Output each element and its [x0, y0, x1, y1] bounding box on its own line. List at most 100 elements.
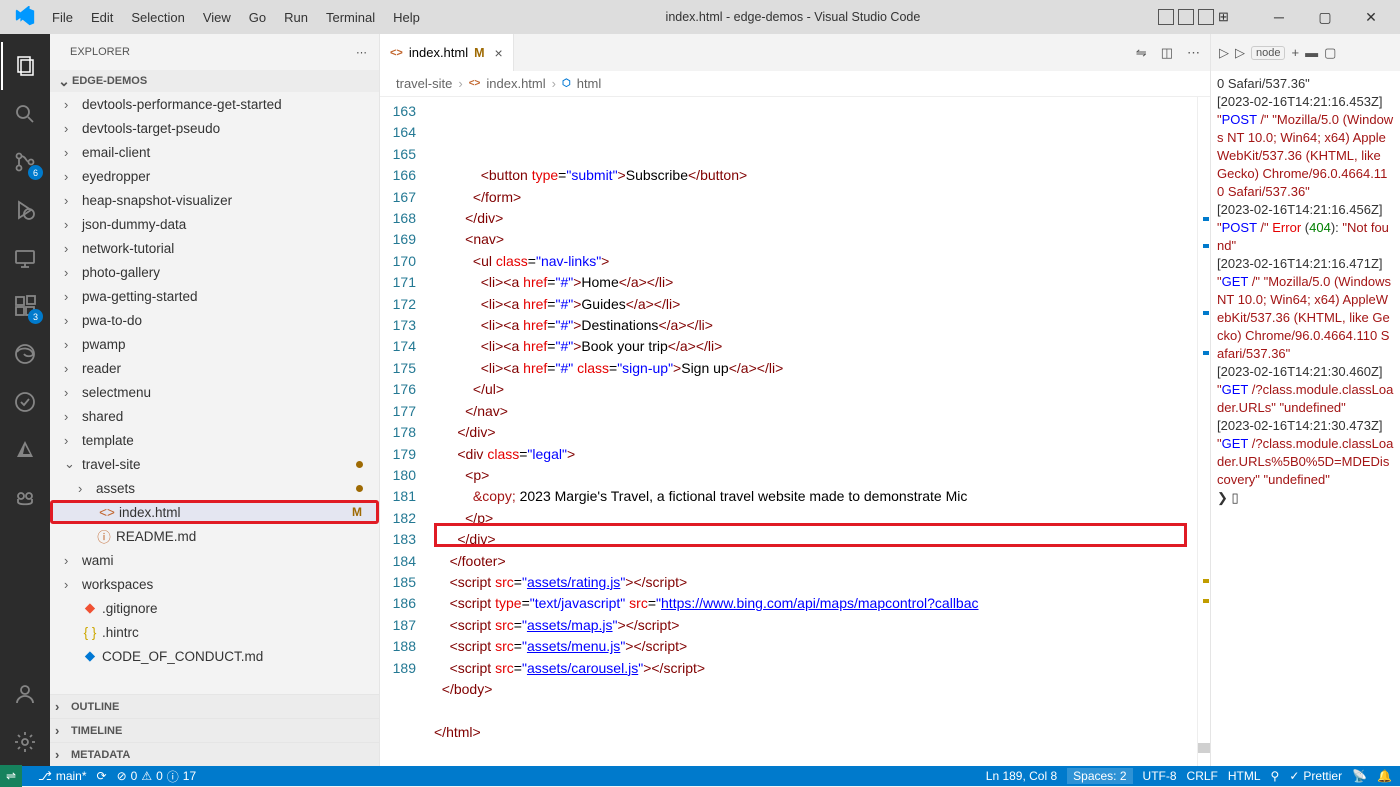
- close-tab-icon[interactable]: ×: [495, 45, 503, 61]
- file-pwa-getting-started[interactable]: ›pwa-getting-started: [50, 284, 379, 308]
- remote-indicator[interactable]: ⇌: [0, 765, 22, 787]
- vscode-logo-icon: [14, 6, 36, 28]
- file-.gitignore[interactable]: ◆.gitignore: [50, 596, 379, 620]
- testing-icon[interactable]: [1, 378, 49, 426]
- terminal-output[interactable]: 0 Safari/537.36" [2023-02-16T14:21:16.45…: [1211, 71, 1400, 766]
- feedback-icon[interactable]: 📡: [1352, 769, 1367, 783]
- compare-icon[interactable]: ⇋: [1136, 45, 1147, 61]
- tab-modified-badge: M: [474, 46, 484, 60]
- app-menu: FileEditSelectionViewGoRunTerminalHelp: [44, 6, 428, 29]
- file-json-dummy-data[interactable]: ›json-dummy-data: [50, 212, 379, 236]
- highlighted-line-box: [434, 523, 1187, 547]
- file-wami[interactable]: ›wami: [50, 548, 379, 572]
- menu-go[interactable]: Go: [241, 6, 274, 29]
- panel-bottom-icon: [1178, 9, 1194, 25]
- trash-icon[interactable]: ▬: [1305, 45, 1318, 60]
- customize-layout-icon: ⊞: [1218, 9, 1234, 25]
- status-bar: ⇌ ⎇ main* ⟳ ⊘ 0 ⚠ 0 ⓘ 17 Ln 189, Col 8 S…: [0, 766, 1400, 786]
- file-pwa-to-do[interactable]: ›pwa-to-do: [50, 308, 379, 332]
- sync-icon[interactable]: ⟳: [97, 769, 107, 783]
- git-branch[interactable]: ⎇ main*: [38, 769, 87, 783]
- line-numbers: 1631641651661671681691701711721731741751…: [380, 97, 434, 766]
- sidebar-title: EXPLORER: [70, 46, 130, 58]
- minimize-button[interactable]: ─: [1256, 2, 1302, 32]
- menu-file[interactable]: File: [44, 6, 81, 29]
- menu-run[interactable]: Run: [276, 6, 316, 29]
- explorer-sidebar: EXPLORER ⋯ ⌄EDGE-DEMOS ›devtools-performa…: [50, 34, 380, 766]
- add-icon[interactable]: +: [1291, 45, 1299, 60]
- menu-edit[interactable]: Edit: [83, 6, 121, 29]
- settings-icon[interactable]: [1, 718, 49, 766]
- panel-metadata[interactable]: ›METADATA: [50, 742, 379, 766]
- file-.hintrc[interactable]: { }.hintrc: [50, 620, 379, 644]
- file-README.md[interactable]: ⓘREADME.md: [50, 524, 379, 548]
- indentation[interactable]: Spaces: 2: [1067, 768, 1132, 784]
- maximize-button[interactable]: ▢: [1302, 2, 1348, 32]
- overview-ruler[interactable]: [1197, 97, 1210, 766]
- encoding[interactable]: UTF-8: [1143, 769, 1177, 783]
- folder-header[interactable]: ⌄EDGE-DEMOS: [50, 70, 379, 92]
- breadcrumb[interactable]: travel-site› <>index.html› ⬡html: [380, 71, 1210, 97]
- debug-target[interactable]: node: [1251, 46, 1285, 60]
- notifications-icon[interactable]: 🔔: [1377, 769, 1392, 783]
- live-preview-icon[interactable]: ⚲: [1271, 769, 1280, 783]
- file-CODE_OF_CONDUCT.md[interactable]: ◆CODE_OF_CONDUCT.md: [50, 644, 379, 668]
- run-debug-icon[interactable]: [1, 186, 49, 234]
- file-shared[interactable]: ›shared: [50, 404, 379, 428]
- close-panel-icon[interactable]: ▢: [1324, 45, 1336, 61]
- source-control-icon[interactable]: 6: [1, 138, 49, 186]
- file-workspaces[interactable]: ›workspaces: [50, 572, 379, 596]
- editor-tabs: <> index.html M × ⇋ ◫ ⋯: [380, 34, 1210, 71]
- split-editor-icon[interactable]: ◫: [1161, 45, 1173, 61]
- edge-icon[interactable]: [1, 330, 49, 378]
- file-devtools-target-pseudo[interactable]: ›devtools-target-pseudo: [50, 116, 379, 140]
- code-editor[interactable]: <button type="submit">Subscribe</button>…: [434, 97, 1197, 766]
- copilot-icon[interactable]: [1, 474, 49, 522]
- menu-terminal[interactable]: Terminal: [318, 6, 383, 29]
- file-heap-snapshot-visualizer[interactable]: ›heap-snapshot-visualizer: [50, 188, 379, 212]
- file-pwamp[interactable]: ›pwamp: [50, 332, 379, 356]
- tab-label: index.html: [409, 45, 468, 60]
- file-selectmenu[interactable]: ›selectmenu: [50, 380, 379, 404]
- menu-view[interactable]: View: [195, 6, 239, 29]
- file-network-tutorial[interactable]: ›network-tutorial: [50, 236, 379, 260]
- azure-icon[interactable]: [1, 426, 49, 474]
- menu-selection[interactable]: Selection: [123, 6, 192, 29]
- file-reader[interactable]: ›reader: [50, 356, 379, 380]
- file-travel-site[interactable]: ⌄travel-site: [50, 452, 379, 476]
- file-photo-gallery[interactable]: ›photo-gallery: [50, 260, 379, 284]
- terminal-panel: ▷ ▷ node + ▬ ▢ 0 Safari/537.36" [2023-02…: [1210, 34, 1400, 766]
- accounts-icon[interactable]: [1, 670, 49, 718]
- language-mode[interactable]: HTML: [1228, 769, 1261, 783]
- title-bar: FileEditSelectionViewGoRunTerminalHelp i…: [0, 0, 1400, 34]
- file-index.html[interactable]: <>index.htmlM: [50, 500, 379, 524]
- file-email-client[interactable]: ›email-client: [50, 140, 379, 164]
- explorer-icon[interactable]: [1, 42, 49, 90]
- remote-explorer-icon[interactable]: [1, 234, 49, 282]
- panel-left-icon: [1158, 9, 1174, 25]
- prettier-status[interactable]: ✓ Prettier: [1289, 769, 1342, 783]
- panel-right-icon: [1198, 9, 1214, 25]
- panel-timeline[interactable]: ›TIMELINE: [50, 718, 379, 742]
- layout-controls[interactable]: ⊞: [1158, 9, 1234, 25]
- activity-bar: 6 3: [0, 34, 50, 766]
- editor-area: <> index.html M × ⇋ ◫ ⋯ travel-site› <>i…: [380, 34, 1210, 766]
- file-template[interactable]: ›template: [50, 428, 379, 452]
- eol[interactable]: CRLF: [1187, 769, 1218, 783]
- search-icon[interactable]: [1, 90, 49, 138]
- menu-help[interactable]: Help: [385, 6, 428, 29]
- panel-outline[interactable]: ›OUTLINE: [50, 694, 379, 718]
- problems[interactable]: ⊘ 0 ⚠ 0 ⓘ 17: [117, 768, 197, 785]
- extensions-icon[interactable]: 3: [1, 282, 49, 330]
- file-devtools-performance-get-started[interactable]: ›devtools-performance-get-started: [50, 92, 379, 116]
- window-title: index.html - edge-demos - Visual Studio …: [428, 10, 1158, 24]
- close-button[interactable]: ✕: [1348, 2, 1394, 32]
- run-icon[interactable]: ▷: [1219, 45, 1229, 61]
- tab-index-html[interactable]: <> index.html M ×: [380, 34, 514, 71]
- file-eyedropper[interactable]: ›eyedropper: [50, 164, 379, 188]
- more-icon[interactable]: ⋯: [356, 46, 367, 59]
- run-target-icon[interactable]: ▷: [1235, 45, 1245, 61]
- more-actions-icon[interactable]: ⋯: [1187, 45, 1200, 61]
- cursor-position[interactable]: Ln 189, Col 8: [986, 769, 1057, 783]
- file-assets[interactable]: ›assets: [50, 476, 379, 500]
